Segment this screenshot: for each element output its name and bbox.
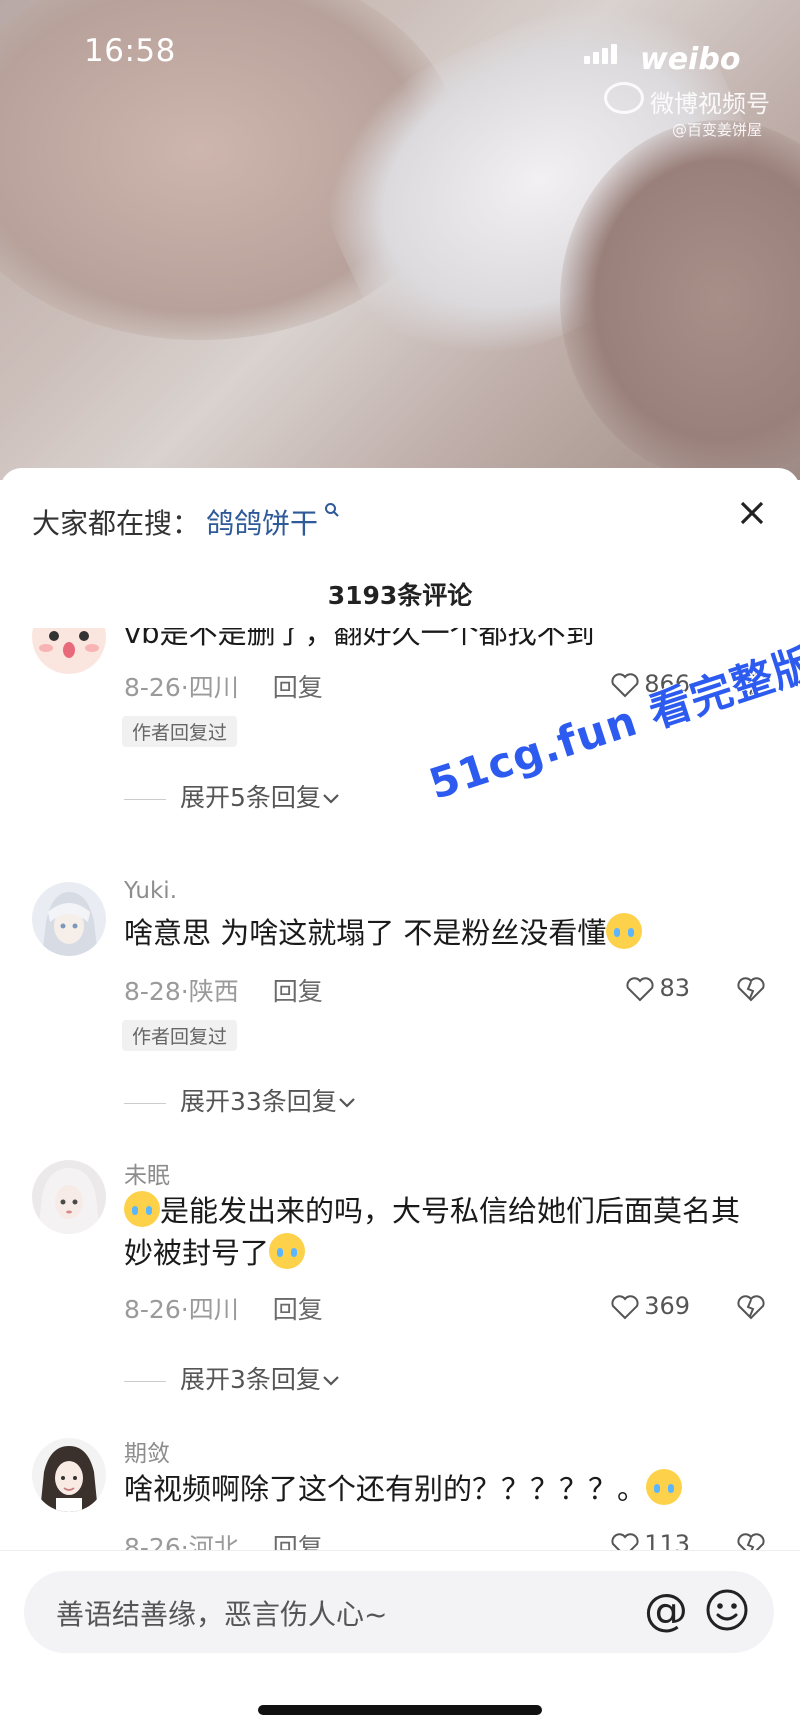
expand-label: 展开33条回复 — [180, 1087, 337, 1116]
video-handle: @百变姜饼屋 — [672, 121, 763, 139]
avatar[interactable] — [32, 1438, 106, 1512]
trending-search[interactable]: 大家都在搜： 鸽鸽饼干 — [32, 502, 340, 542]
comment-date: 8-26 — [124, 673, 181, 702]
status-time: 16:58 — [84, 33, 176, 69]
weibo-eye-icon — [604, 82, 644, 114]
like-count: 83 — [659, 974, 690, 1002]
crying-emoji-icon — [269, 1233, 306, 1269]
crying-emoji-icon — [606, 913, 643, 949]
comment-text-body: 是能发出来的吗，大号私信给她们后面莫名其妙被封号了 — [124, 1194, 741, 1270]
expand-replies-button[interactable]: 展开5条回复 — [124, 778, 341, 814]
comment-count: 3193条评论 — [327, 581, 473, 610]
comment-sheet: 大家都在搜： 鸽鸽饼干 3193条评论 vb是不是删了，翻好久一个都找不到 8-2… — [0, 468, 800, 1733]
video-player[interactable]: 16:58 weibo 微博视频号 @百变姜饼屋 — [0, 0, 800, 480]
avatar[interactable] — [32, 628, 106, 674]
comment-location: 四川 — [188, 673, 239, 702]
trending-label: 大家都在搜： — [32, 507, 201, 540]
weibo-logo: weibo — [640, 42, 741, 77]
chevron-down-icon — [323, 794, 339, 804]
search-icon — [318, 502, 340, 523]
comment-text-body: 啥意思 为啥这就塌了 不是粉丝没看懂 — [124, 916, 607, 950]
comment-meta: 8-28·陕西 回复 — [124, 977, 323, 1006]
video-channel: 微博视频号 — [650, 90, 770, 118]
reply-button[interactable]: 回复 — [273, 977, 323, 1006]
like-button[interactable]: 369 — [610, 1292, 690, 1320]
comment-date: 8-26 — [124, 1295, 181, 1324]
heart-icon — [626, 977, 654, 1002]
comment-username[interactable]: 期敛 — [124, 1434, 170, 1468]
crying-emoji-icon — [124, 1191, 160, 1227]
mention-at-icon[interactable]: @ — [644, 1585, 688, 1636]
comment-username[interactable]: 未眠 — [124, 1156, 170, 1190]
comment-text: 啥意思 为啥这就塌了 不是粉丝没看懂 — [124, 912, 764, 954]
author-replied-badge: 作者回复过 — [122, 716, 238, 747]
expand-replies-button[interactable]: 展开3条回复 — [124, 1360, 341, 1396]
comment-username[interactable]: Yuki. — [124, 878, 177, 904]
like-count: 369 — [644, 1292, 690, 1320]
trending-keyword[interactable]: 鸽鸽饼干 — [206, 507, 318, 540]
dislike-icon[interactable] — [736, 1294, 766, 1320]
comment-input-bar: 善语结善缘，恶言伤人心~ @ — [0, 1550, 800, 1734]
signal-icon — [584, 42, 624, 64]
reply-button[interactable]: 回复 — [273, 673, 323, 702]
crying-emoji-icon — [646, 1469, 683, 1505]
comment-location: 四川 — [188, 1295, 239, 1324]
comment-text: vb是不是删了，翻好久一个都找不到 — [124, 628, 595, 650]
reply-button[interactable]: 回复 — [273, 1295, 323, 1324]
chevron-down-icon — [323, 1376, 339, 1386]
comment-date: 8-28 — [124, 977, 181, 1006]
comment-meta: 8-26·四川 回复 — [124, 673, 323, 702]
comment-text-body: 啥视频啊除了这个还有别的？？？？？。 — [124, 1472, 647, 1506]
chevron-down-icon — [339, 1098, 355, 1108]
like-button[interactable]: 83 — [625, 974, 690, 1002]
emoji-smile-icon[interactable] — [704, 1587, 750, 1633]
expand-label: 展开5条回复 — [180, 783, 321, 812]
avatar[interactable] — [32, 882, 106, 956]
comment-text: 是能发出来的吗，大号私信给她们后面莫名其妙被封号了 — [124, 1190, 764, 1274]
comment-input[interactable]: 善语结善缘，恶言伤人心~ @ — [24, 1571, 774, 1653]
expand-replies-button[interactable]: 展开33条回复 — [124, 1082, 357, 1118]
dislike-icon[interactable] — [736, 976, 766, 1002]
comment-meta: 8-26·四川 回复 — [124, 1295, 323, 1324]
home-indicator[interactable] — [258, 1705, 542, 1715]
expand-label: 展开3条回复 — [180, 1365, 321, 1394]
comment-text: 啥视频啊除了这个还有别的？？？？？。 — [124, 1468, 764, 1510]
comment-input-placeholder: 善语结善缘，恶言伤人心~ — [56, 1598, 388, 1631]
close-icon[interactable] — [730, 494, 774, 538]
avatar[interactable] — [32, 1160, 106, 1234]
heart-icon — [611, 1295, 639, 1320]
author-replied-badge: 作者回复过 — [122, 1020, 238, 1051]
comment-location: 陕西 — [188, 977, 239, 1006]
